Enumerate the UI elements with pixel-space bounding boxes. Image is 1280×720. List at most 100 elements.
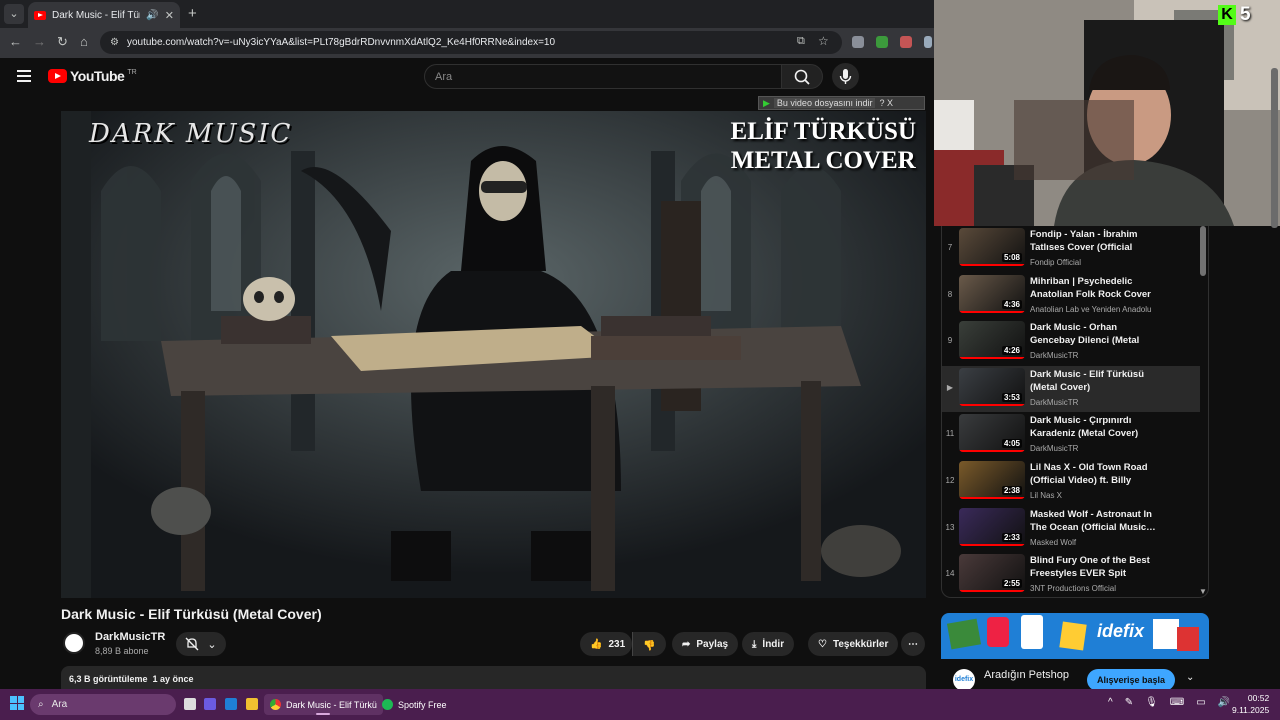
artwork-title-line2: METAL COVER [730, 147, 916, 174]
playlist-thumbnail[interactable]: 4:36 [959, 274, 1025, 313]
playlist-index: 11 [945, 429, 955, 439]
taskbar-clock[interactable]: 00:52 9.11.2025 [1232, 692, 1269, 716]
ad-logo[interactable]: idefix [953, 669, 975, 691]
ad-banner-image[interactable] [941, 613, 1209, 659]
search-input[interactable] [435, 65, 781, 88]
bookmark-star-icon[interactable]: ☆ [818, 34, 829, 48]
volume-icon[interactable]: 🔊 [1218, 697, 1230, 708]
extension-green-icon[interactable] [876, 36, 888, 48]
system-tray: ^ ✎ 🎙 ⌨ ▭ 🔊 [1108, 697, 1230, 708]
playlist-index: ▶ [946, 382, 954, 392]
extension-shield-icon[interactable] [852, 36, 864, 48]
video-artwork [61, 111, 926, 598]
taskbar-app-chrome[interactable]: Dark Music - Elif Türkü [264, 694, 383, 715]
ad-cta-button[interactable]: Alışverişe başla [1087, 669, 1175, 691]
browser-tab-active[interactable]: Dark Music - Elif Türküsü (M 🔊 ✕ [28, 2, 180, 28]
playlist-item-title[interactable]: Lil Nas X - Old Town Road (Official Vide… [1030, 461, 1158, 487]
playlist-item-title[interactable]: Dark Music - Çırpınırdı Karadeniz (Metal… [1030, 414, 1158, 440]
like-button[interactable]: 👍 231 [580, 632, 632, 656]
download-button[interactable]: ⤓ İndir [742, 632, 795, 656]
playlist-item[interactable]: 9 4:26 Dark Music - Orhan Gencebay Dilenci… [942, 319, 1200, 365]
page-scrollbar[interactable] [1271, 68, 1278, 228]
tab-list-button[interactable]: ⌄ [4, 4, 24, 24]
share-button[interactable]: ➦ Paylaş [672, 632, 739, 656]
playlist-item-title[interactable]: Fondip - Yalan - İbrahim Tatlıses Cover … [1030, 228, 1158, 254]
youtube-logo[interactable]: YouTube TR [48, 68, 137, 84]
home-button[interactable]: ⌂ [80, 34, 88, 49]
playlist-item-channel: 3NT Productions Official [1030, 584, 1116, 594]
playlist-item[interactable]: 13 2:33 Masked Wolf - Astronaut In The Oce… [942, 506, 1200, 552]
playlist-item[interactable]: 14 2:55 Blind Fury One of the Best Freesty… [942, 552, 1200, 597]
site-info-icon[interactable]: ⚙ [110, 37, 119, 48]
playlist-index: 12 [945, 476, 955, 485]
extension-icon[interactable] [924, 36, 932, 48]
scroll-down-icon[interactable]: ▼ [1199, 587, 1207, 596]
file-explorer-icon[interactable] [246, 698, 258, 710]
playlist-thumbnail[interactable]: 3:53 [959, 367, 1025, 406]
webcam-feed [934, 0, 1280, 226]
playlist-item[interactable]: 12 2:38 Lil Nas X - Old Town Road (Officia… [942, 459, 1200, 505]
playlist-index: 14 [945, 569, 955, 579]
dislike-button[interactable]: 👍 [632, 632, 666, 656]
install-app-icon[interactable]: ⧉ [797, 35, 805, 48]
reload-button[interactable]: ↻ [57, 34, 68, 50]
channel-avatar[interactable] [63, 632, 85, 654]
app-tray-icon[interactable]: ✎ [1125, 697, 1133, 708]
view-stats: 6,3 B görüntüleme 1 ay önce [69, 674, 194, 684]
keyboard-icon[interactable]: ⌨ [1170, 697, 1184, 708]
notification-button[interactable]: ⌄ [176, 632, 226, 656]
download-icon: ⤓ [752, 638, 757, 650]
chevron-up-icon[interactable]: ^ [1108, 697, 1113, 708]
taskbar-app-spotify[interactable]: Spotify Free [376, 694, 453, 715]
search-box [424, 64, 782, 89]
youtube-logo-text: YouTube [70, 68, 125, 84]
playlist-item[interactable]: 7 5:08 Fondip - Yalan - İbrahim Tatlıses C… [942, 226, 1200, 272]
playlist-thumbnail[interactable]: 2:33 [959, 507, 1025, 546]
country-code: TR [127, 68, 137, 76]
search-button[interactable] [781, 64, 823, 89]
speaker-icon[interactable]: 🔊 [146, 10, 158, 21]
more-actions-button[interactable]: ⋯ [901, 632, 925, 656]
playlist-index: 8 [947, 289, 953, 299]
task-view-icon[interactable] [184, 698, 196, 710]
microphone-icon[interactable]: 🎙 [1145, 697, 1158, 708]
back-button[interactable]: ← [9, 34, 22, 49]
display-icon[interactable]: ▭ [1196, 697, 1205, 708]
extension-red-icon[interactable] [900, 36, 912, 48]
playlist-item[interactable]: 11 4:05 Dark Music - Çırpınırdı Karadeniz … [942, 412, 1200, 458]
playlist-item-title[interactable]: Dark Music - Orhan Gencebay Dilenci (Met… [1030, 321, 1158, 347]
close-tab-icon[interactable]: ✕ [165, 9, 174, 22]
download-bar-label: Bu video dosyasını indir [773, 98, 876, 108]
playlist-item[interactable]: 8 4:36 Mihriban | Psychedelic Anatolian Fo… [942, 273, 1200, 319]
download-video-bar[interactable]: ▶ Bu video dosyasını indir ? X [758, 96, 925, 110]
playlist-item-title[interactable]: Blind Fury One of the Best Freestyles EV… [1030, 554, 1158, 580]
copilot-icon[interactable] [204, 698, 216, 710]
chevron-down-icon[interactable]: ⌄ [1186, 672, 1194, 683]
voice-search-button[interactable] [832, 63, 859, 90]
video-player[interactable]: DARK MUSIC ELİF TÜRKÜSÜ METAL COVER [61, 111, 926, 598]
start-button[interactable] [10, 696, 24, 710]
new-tab-button[interactable]: + [188, 5, 197, 22]
taskbar-search[interactable]: ⌕ Ara [30, 694, 176, 715]
playlist-thumbnail[interactable]: 2:55 [959, 554, 1025, 593]
forward-button[interactable]: → [33, 34, 46, 49]
thanks-button[interactable]: ♡ Teşekkürler [808, 632, 899, 656]
playlist-item-title[interactable]: Dark Music - Elif Türküsü (Metal Cover) [1030, 368, 1158, 394]
watched-progress-bar [959, 543, 1025, 546]
edge-icon[interactable] [225, 698, 237, 710]
playlist-item[interactable]: ▶ 3:53 Dark Music - Elif Türküsü (Metal Co… [942, 365, 1200, 412]
playlist-thumbnail[interactable]: 5:08 [959, 228, 1025, 266]
playlist-thumbnail[interactable]: 4:05 [959, 414, 1025, 453]
channel-name[interactable]: DarkMusicTR [95, 631, 165, 643]
url-bar[interactable]: ⚙ youtube.com/watch?v=-uNy3icYYaA&list=P… [100, 31, 842, 54]
playlist-item-title[interactable]: Masked Wolf - Astronaut In The Ocean (Of… [1030, 508, 1158, 534]
browser-address-bar: ← → ↻ ⌂ ⚙ youtube.com/watch?v=-uNy3icYYa… [0, 28, 934, 58]
playlist-thumbnail[interactable]: 2:38 [959, 461, 1025, 499]
playlist-scrollbar[interactable] [1200, 226, 1206, 276]
playlist-item-title[interactable]: Mihriban | Psychedelic Anatolian Folk Ro… [1030, 275, 1158, 301]
share-icon: ➦ [682, 638, 691, 650]
menu-icon[interactable] [17, 70, 31, 82]
download-bar-controls[interactable]: ? X [879, 98, 893, 108]
playlist-thumbnail[interactable]: 4:26 [959, 321, 1025, 360]
ad-title[interactable]: Aradığın Petshop [984, 669, 1069, 681]
